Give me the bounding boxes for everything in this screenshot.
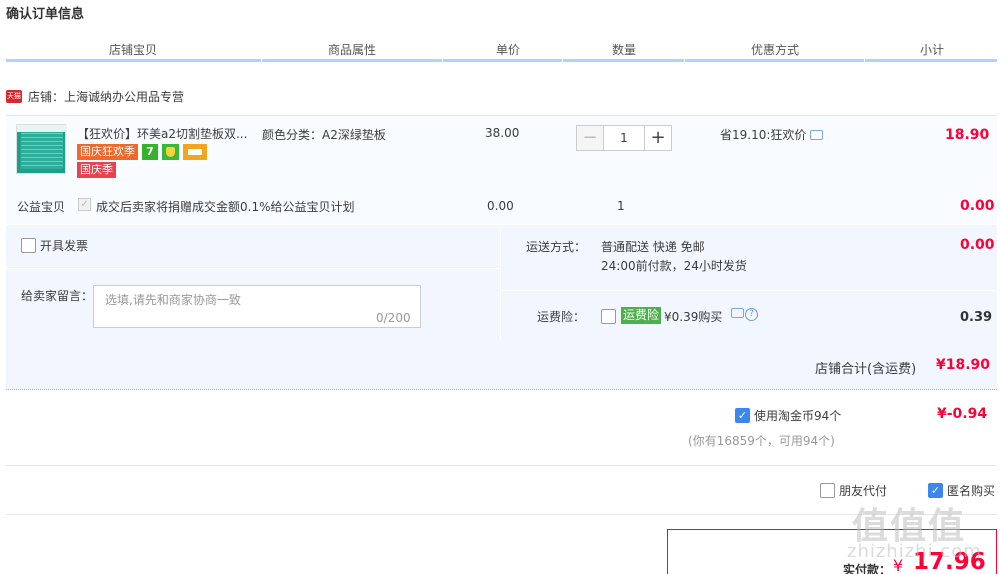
- coin-checkbox[interactable]: ✓: [735, 408, 750, 423]
- watermark-domain: zhizhizhi.com: [847, 541, 982, 562]
- insurance-label: 运费险：: [537, 310, 586, 324]
- qty-minus-button[interactable]: −: [576, 125, 604, 151]
- quantity-stepper: − 1 +: [576, 125, 672, 151]
- credit-card-icon[interactable]: [183, 144, 207, 160]
- promo-detail-icon[interactable]: [810, 129, 824, 140]
- sale-badge: 国庆狂欢季: [77, 144, 138, 160]
- invoice-checkbox[interactable]: [21, 238, 36, 253]
- promo-text: 省19.10:狂欢价: [720, 128, 807, 142]
- shop-name[interactable]: 店铺：上海诚纳办公用品专营: [28, 88, 184, 105]
- item-badges: 国庆狂欢季 7: [77, 144, 207, 160]
- coin-label: 使用淘金币94个: [754, 409, 842, 423]
- friend-pay-checkbox[interactable]: [820, 483, 835, 498]
- message-char-count: 0/200: [376, 311, 411, 325]
- col-header-qty: 数量: [612, 43, 637, 57]
- coin-balance: (你有16859个，可用94个): [688, 434, 835, 448]
- charity-qty: 1: [617, 199, 625, 213]
- qty-plus-button[interactable]: +: [644, 125, 672, 151]
- charity-checkbox: ✓: [78, 198, 91, 211]
- shop-row: 天猫 店铺：上海诚纳办公用品专营: [6, 88, 184, 104]
- promo-info: 省19.10:狂欢价: [720, 126, 824, 143]
- shop-total-value: ¥18.90: [936, 357, 991, 373]
- help-icon[interactable]: ?: [745, 308, 758, 321]
- divider: [6, 465, 997, 466]
- invoice-label: 开具发票: [40, 239, 89, 253]
- col-header-price: 单价: [496, 43, 521, 57]
- insurance-info-icon[interactable]: [731, 308, 744, 318]
- message-placeholder: 选填,请先和商家协商一致: [105, 293, 241, 307]
- insurance-checkbox[interactable]: [601, 309, 616, 324]
- coin-discount: ¥-0.94: [937, 406, 988, 422]
- shipping-method: 普通配送 快递 免邮: [601, 240, 705, 254]
- col-header-subtotal: 小计: [920, 43, 945, 57]
- season-badge: 国庆季: [77, 162, 116, 178]
- qty-input[interactable]: 1: [604, 125, 644, 151]
- shipping-time: 24:00前付款，24小时发货: [601, 259, 747, 273]
- coin-option[interactable]: ✓ 使用淘金币94个: [735, 407, 841, 424]
- insurance-tag: 运费险: [621, 307, 662, 324]
- col-header-item: 店铺宝贝: [109, 43, 158, 57]
- col-header-promo: 优惠方式: [751, 43, 800, 57]
- tmall-icon: 天猫: [6, 89, 22, 103]
- anonymous-checkbox[interactable]: ✓: [928, 483, 943, 498]
- shipping-amount: 0.00: [960, 237, 995, 253]
- charity-label: 公益宝贝: [17, 200, 66, 214]
- message-label: 给卖家留言：: [21, 289, 94, 303]
- page-title: 确认订单信息: [6, 7, 85, 22]
- item-subtotal: 18.90: [945, 127, 990, 143]
- col-header-attr: 商品属性: [328, 43, 377, 57]
- guarantee-icon[interactable]: [162, 144, 179, 160]
- item-title-link[interactable]: 【狂欢价】环美a2切割垫板双...: [77, 125, 247, 142]
- seven-day-return-icon[interactable]: 7: [142, 144, 158, 160]
- shop-total-label: 店铺合计(含运费): [815, 362, 917, 377]
- insurance-amount: 0.39: [960, 310, 993, 325]
- insurance-help: ?: [731, 308, 758, 321]
- table-header: 店铺宝贝 商品属性 单价 数量 优惠方式 小计: [6, 38, 997, 62]
- item-attribute: 颜色分类：A2深绿垫板: [262, 128, 386, 142]
- item-price: 38.00: [485, 126, 520, 140]
- insurance-price: ¥0.39购买: [664, 310, 723, 324]
- shipping-label: 运送方式：: [526, 240, 587, 254]
- charity-text: 成交后卖家将捐赠成交金额0.1%给公益宝贝计划: [96, 200, 355, 214]
- invoice-option[interactable]: 开具发票: [21, 237, 88, 254]
- charity-price: 0.00: [487, 199, 514, 213]
- divider: [6, 514, 997, 515]
- item-thumbnail[interactable]: [16, 124, 67, 174]
- charity-subtotal: 0.00: [960, 198, 995, 214]
- payment-label: 实付款：: [843, 563, 892, 574]
